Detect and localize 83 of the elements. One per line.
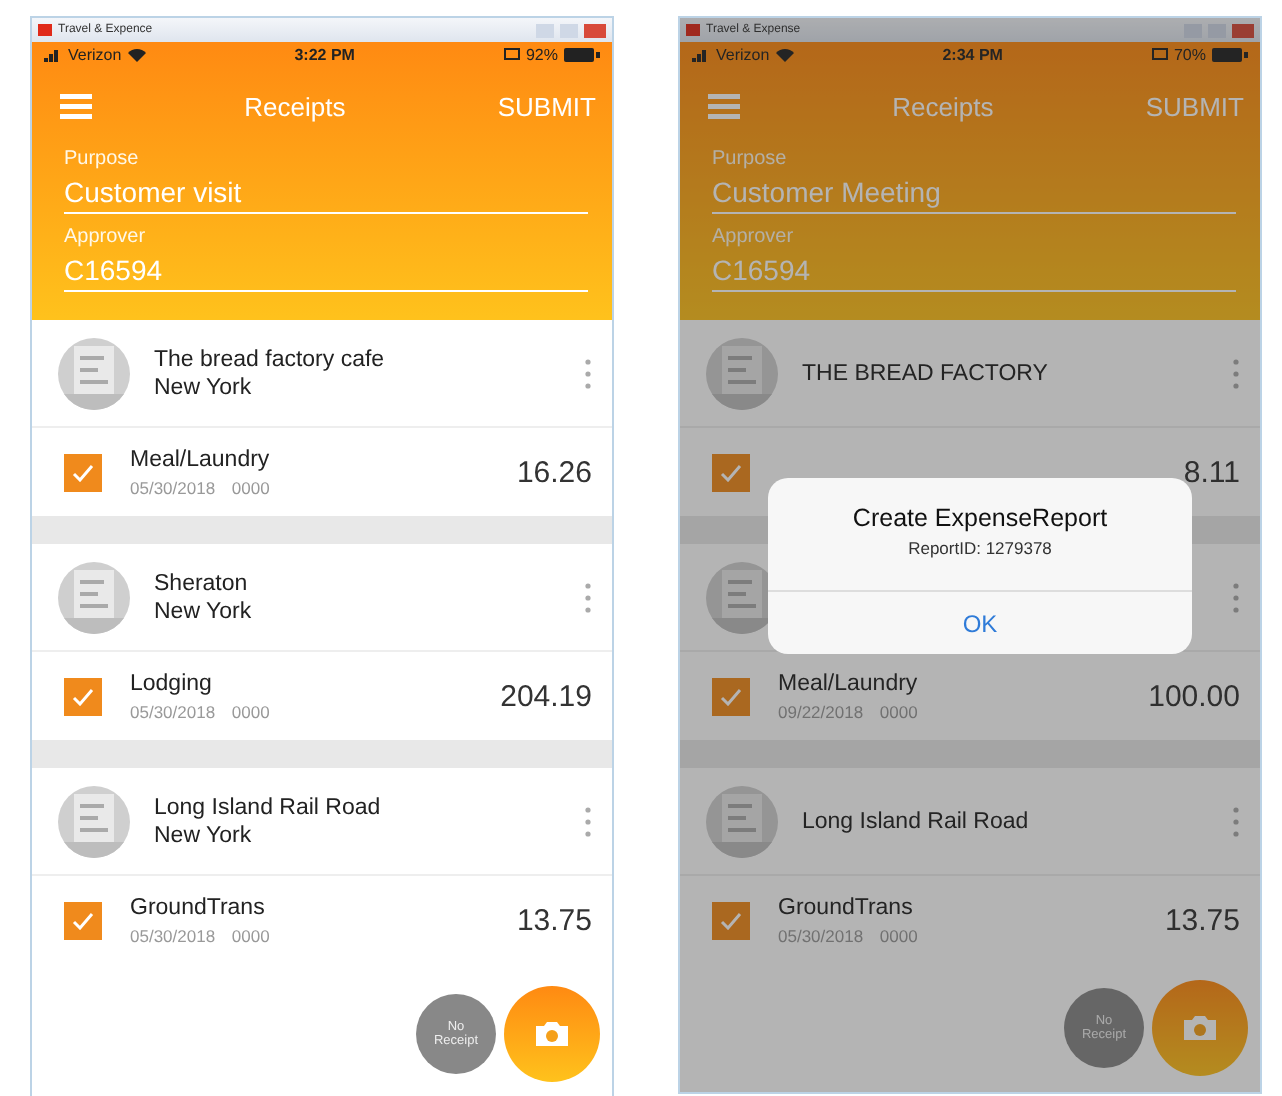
wifi-icon [127,48,146,62]
merchant-city: New York [154,823,254,847]
expense-date-code: 05/30/2018 0000 [130,477,272,497]
menu-icon[interactable] [708,93,740,119]
app-icon [38,24,52,36]
expense-amount: 13.75 [516,903,592,937]
signal-icon [44,48,62,62]
expense-date-code: 05/30/2018 0000 [130,701,272,721]
expense-amount: 204.19 [500,679,592,713]
more-icon[interactable] [584,805,592,837]
field-label: Approver [64,226,148,248]
input-field[interactable]: Customer visit [64,174,588,214]
battery-icon [564,48,600,62]
camera-icon [1182,1014,1218,1042]
screen-icon [503,48,520,62]
battery-percent: 70% [1173,46,1206,64]
checkbox[interactable] [712,453,750,491]
wifi-icon [775,48,794,62]
expense-amount: 13.75 [1164,903,1240,937]
checkbox[interactable] [64,901,102,939]
merchant-name: Long Island Rail Road [154,795,383,819]
battery-percent: 92% [525,46,558,64]
screen-title: Receipts [242,91,348,121]
ok-button[interactable]: OK [768,590,1192,654]
camera-button[interactable] [1152,980,1248,1076]
checkbox[interactable] [64,453,102,491]
app-icon [686,24,700,36]
more-icon[interactable] [1232,581,1240,613]
more-icon[interactable] [584,357,592,389]
carrier-name: Verizon [716,46,770,64]
expense-date-code: 09/22/2018 0000 [778,701,920,721]
expense-amount: 100.00 [1148,679,1240,713]
expense-category: GroundTrans [130,895,267,919]
field-label: Purpose [712,148,789,170]
screen-title: Receipts [890,91,996,121]
status-time: 3:22 PM [292,46,357,64]
checkbox[interactable] [712,677,750,715]
check-icon [72,463,94,481]
field-label: Approver [712,226,796,248]
close-icon[interactable] [584,23,606,37]
expense-date-code: 05/30/2018 0000 [778,925,920,945]
battery-icon [1212,48,1248,62]
check-icon [72,687,94,705]
dialog-message: ReportID: 1279378 [908,538,1052,558]
checkbox[interactable] [64,677,102,715]
close-icon[interactable] [1232,23,1254,37]
field-label: Purpose [64,148,141,170]
check-icon [720,463,742,481]
submit-button[interactable]: SUBMIT [497,91,596,121]
more-icon[interactable] [1232,357,1240,389]
dialog-title: Create ExpenseReport [852,504,1108,532]
expense-amount: 16.26 [516,455,592,489]
expense-category: Meal/Laundry [130,447,272,471]
merchant-city: New York [154,375,254,399]
expense-category: GroundTrans [778,895,915,919]
camera-button[interactable] [504,986,600,1082]
input-field[interactable]: C16594 [712,252,1236,292]
signal-icon [692,48,710,62]
expense-category: Meal/Laundry [778,671,920,695]
expense-amount: 8.11 [1183,455,1240,489]
camera-icon [534,1020,570,1048]
merchant-name: THE BREAD FACTORY [802,361,1050,385]
input-field[interactable]: C16594 [64,252,588,292]
more-icon[interactable] [1232,805,1240,837]
check-icon [720,687,742,705]
merchant-name: Sheraton [154,571,250,595]
maximize-icon[interactable] [560,23,578,37]
carrier-name: Verizon [68,46,122,64]
merchant-name: Long Island Rail Road [802,809,1031,833]
submit-button[interactable]: SUBMIT [1145,91,1244,121]
menu-icon[interactable] [60,93,92,119]
checkbox[interactable] [712,901,750,939]
expense-date-code: 05/30/2018 0000 [130,925,272,945]
minimize-icon[interactable] [536,23,554,37]
check-icon [72,911,94,929]
more-icon[interactable] [584,581,592,613]
status-time: 2:34 PM [940,46,1005,64]
check-icon [720,911,742,929]
input-field[interactable]: Customer Meeting [712,174,1236,214]
screen-icon [1151,48,1168,62]
merchant-city: New York [154,599,254,623]
expense-category: Lodging [130,671,214,695]
merchant-name: The bread factory cafe [154,347,387,371]
